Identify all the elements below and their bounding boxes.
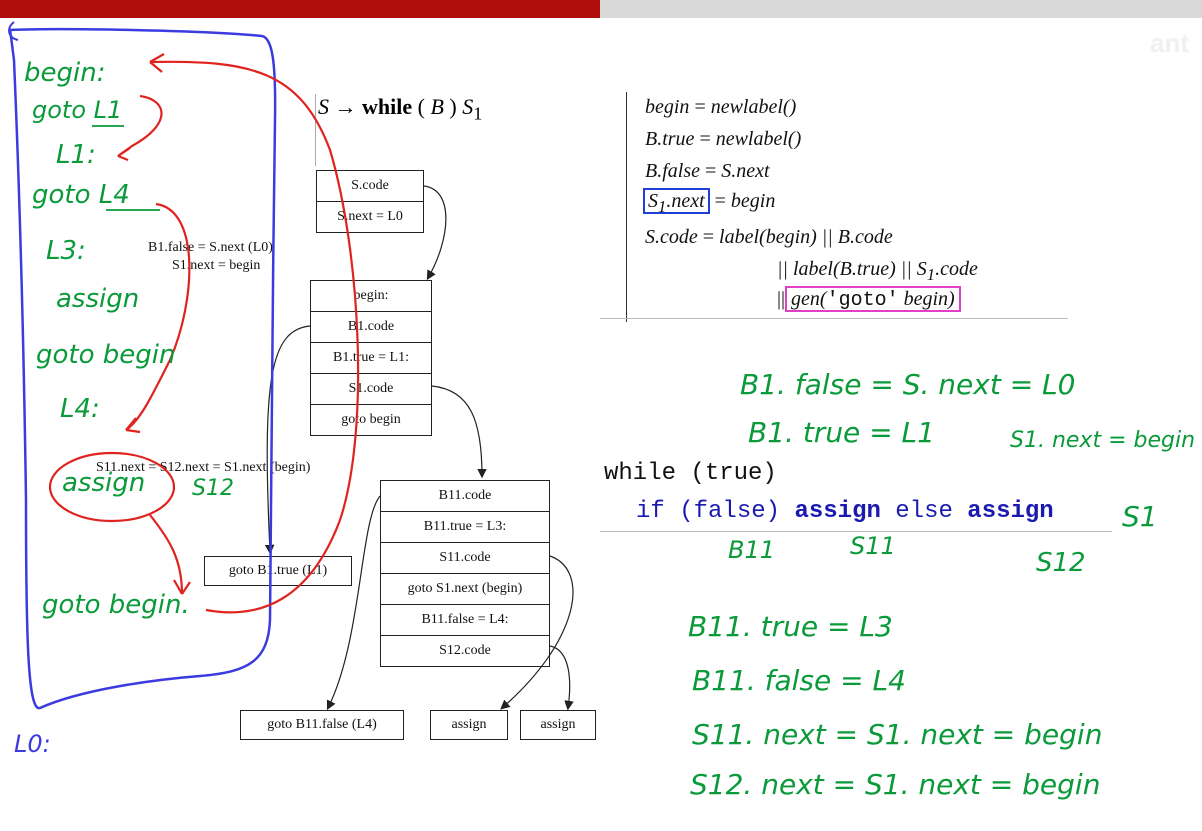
handwriting-right-top: B1. true = L1 [748,416,935,449]
handwriting-left: S12 [192,476,234,501]
handwriting-right-top: S1. next = begin [1010,428,1196,453]
handwriting-left: goto begin [36,340,176,370]
handwriting-left: assign [56,284,140,314]
handwriting-right-bottom: S12. next = S1. next = begin [690,768,1101,801]
handwriting-code-mark: B11 [728,536,776,564]
handwriting-right-bottom: B11. true = L3 [688,610,893,643]
handwriting-code-mark: S11 [850,532,896,560]
handwriting-code-mark: S12 [1036,548,1086,578]
handwriting-right-bottom: S11. next = S1. next = begin [692,718,1103,751]
handwriting-code-mark: S1 [1122,500,1158,533]
handwritten-strokes [8,21,360,710]
handwriting-right-bottom: B11. false = L4 [692,664,906,697]
handwriting-left: L0: [14,730,51,758]
handwriting-right-top: B1. false = S. next = L0 [740,368,1076,401]
handwriting-left: assign [62,468,146,498]
handwriting-left: L4: [60,394,100,424]
handwriting-left: goto L1 [32,96,123,124]
handwriting-left: goto begin. [42,590,190,620]
handwriting-left: L3: [46,236,86,266]
handwriting-left: begin: [24,58,106,88]
handwriting-left: goto L4 [32,180,130,210]
handwriting-left: L1: [56,140,96,170]
